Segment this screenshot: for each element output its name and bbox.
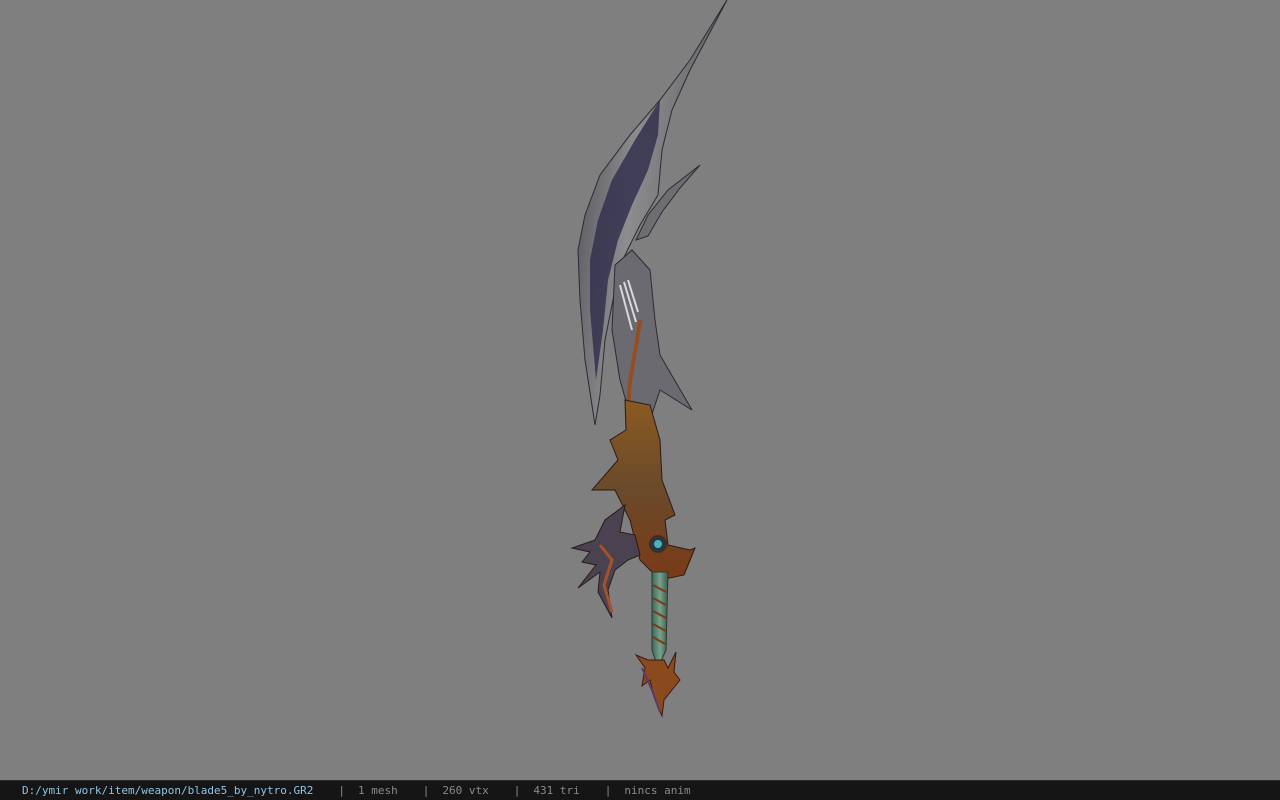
separator: | bbox=[604, 784, 612, 797]
vertex-count: 260 vtx bbox=[442, 784, 489, 797]
claw-guard bbox=[570, 503, 641, 619]
status-bar: D:/ymir work/item/weapon/blade5_by_nytro… bbox=[0, 780, 1280, 800]
separator: | bbox=[338, 784, 346, 797]
sword-model[interactable] bbox=[0, 0, 1280, 780]
separator: | bbox=[422, 784, 430, 797]
mesh-count: 1 mesh bbox=[358, 784, 398, 797]
model-viewport[interactable] bbox=[0, 0, 1280, 780]
blade-lower bbox=[611, 249, 693, 421]
file-path: D:/ymir work/item/weapon/blade5_by_nytro… bbox=[22, 784, 314, 797]
separator: | bbox=[513, 784, 521, 797]
triangle-count: 431 tri bbox=[533, 784, 580, 797]
animation-status: nincs anim bbox=[624, 784, 691, 797]
